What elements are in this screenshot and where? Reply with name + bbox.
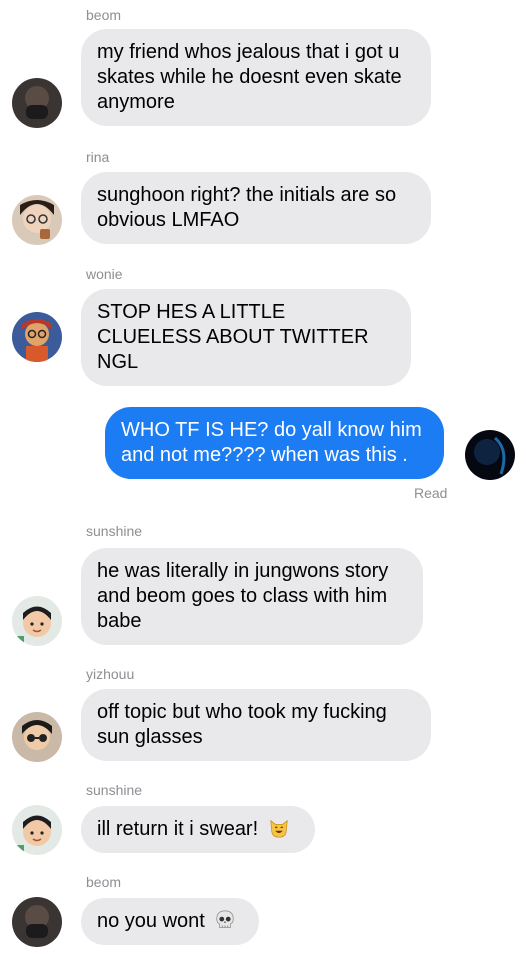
message-bubble[interactable]: sunghoon right? the initials are so obvi… xyxy=(81,172,431,244)
avatar[interactable] xyxy=(12,195,62,245)
sender-name: beom xyxy=(86,7,122,23)
message-bubble[interactable]: off topic but who took my fucking sun gl… xyxy=(81,689,431,761)
sender-name: sunshine xyxy=(86,782,143,798)
avatar[interactable] xyxy=(12,805,62,855)
sender-name: wonie xyxy=(86,266,123,282)
avatar[interactable] xyxy=(12,312,62,362)
message-bubble[interactable]: he was literally in jungwons story and b… xyxy=(81,548,423,645)
avatar[interactable] xyxy=(12,897,62,947)
my-avatar[interactable] xyxy=(465,430,515,480)
sender-name: sunshine xyxy=(86,523,143,539)
message-bubble[interactable]: my friend whos jealous that i got u skat… xyxy=(81,29,431,126)
message-bubble[interactable]: STOP HES A LITTLE CLUELESS ABOUT TWITTER… xyxy=(81,289,411,386)
sender-name: beom xyxy=(86,874,122,890)
smiling-cat-emoji xyxy=(270,819,288,838)
sender-name: rina xyxy=(86,149,110,165)
message-bubble[interactable]: no you wont xyxy=(81,898,259,945)
read-receipt: Read xyxy=(414,485,448,501)
avatar[interactable] xyxy=(12,78,62,128)
message-text: ill return it i swear! xyxy=(97,818,259,840)
skull-emoji xyxy=(216,910,235,928)
sender-name: yizhouu xyxy=(86,666,135,682)
avatar[interactable] xyxy=(12,712,62,762)
avatar[interactable] xyxy=(12,596,62,646)
message-text: no you wont xyxy=(97,910,205,932)
message-bubble[interactable]: ill return it i swear! xyxy=(81,806,315,853)
outgoing-message-bubble[interactable]: WHO TF IS HE? do yall know him and not m… xyxy=(105,407,444,479)
